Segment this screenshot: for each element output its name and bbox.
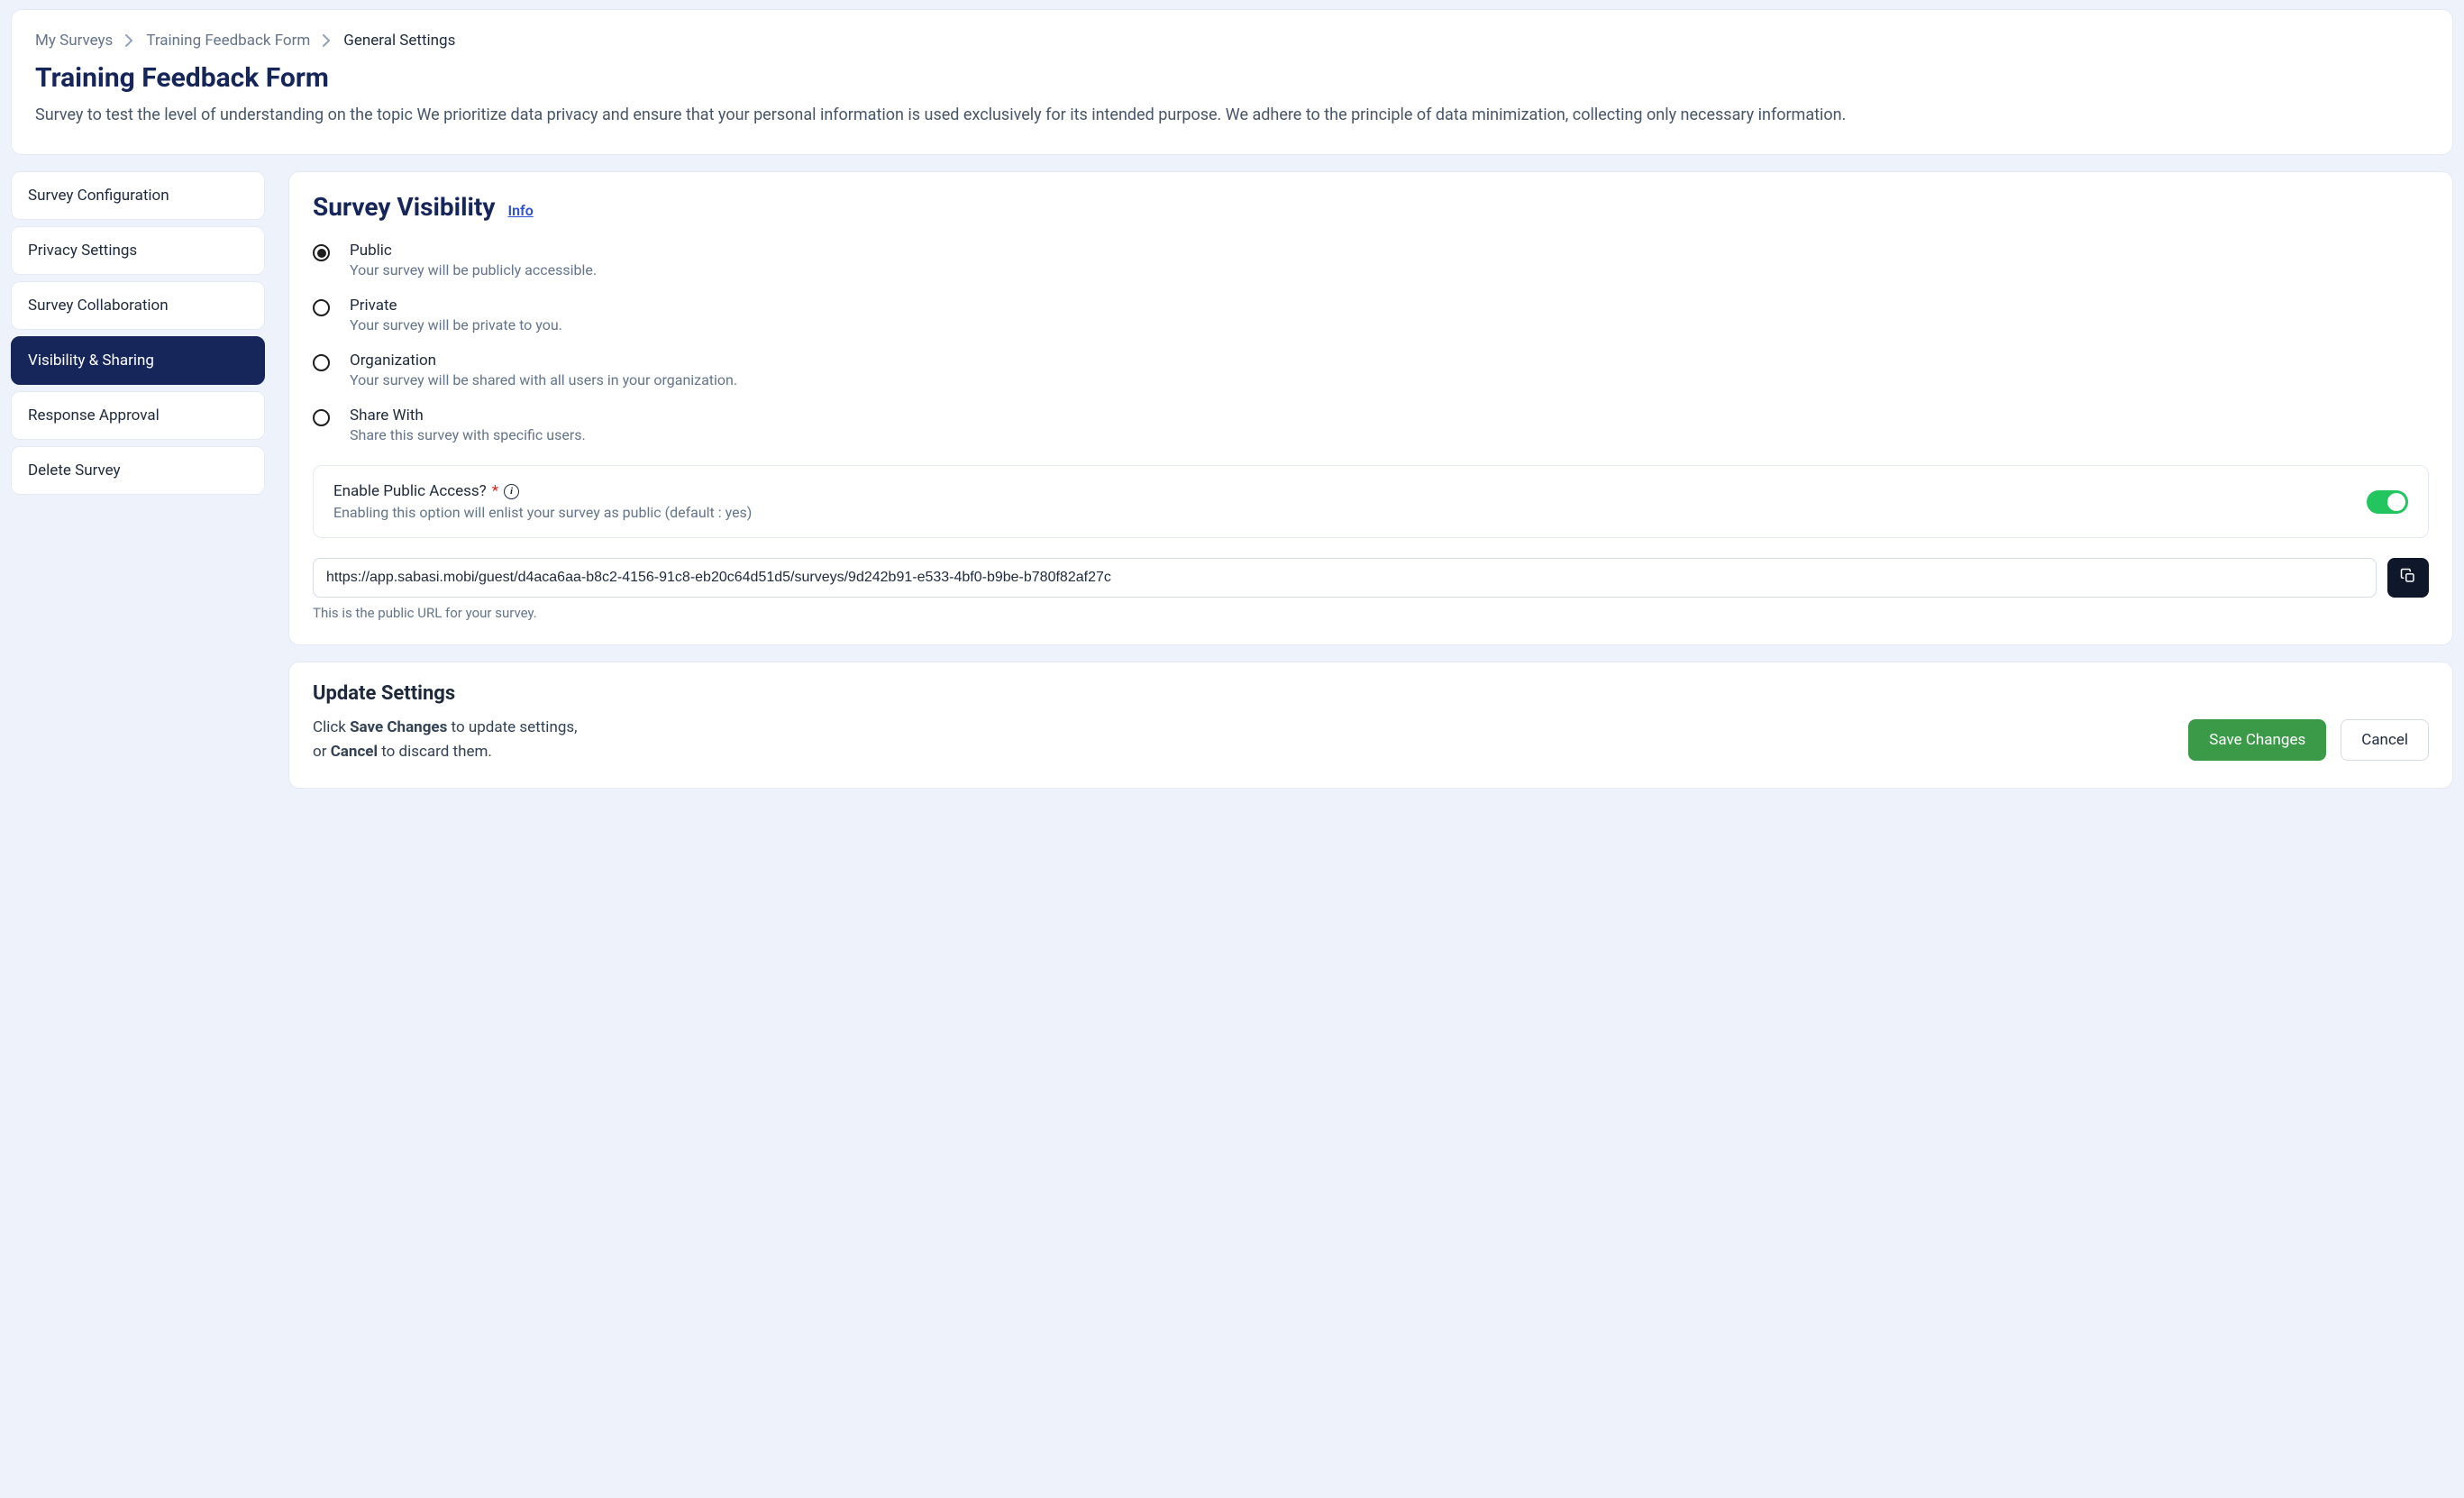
radio-label: Organization (350, 352, 737, 370)
sidebar-item-visibility-sharing[interactable]: Visibility & Sharing (11, 336, 265, 385)
copy-icon (2400, 568, 2416, 588)
update-instructions: Click Save Changes to update settings, o… (313, 716, 578, 764)
toggle-label: Enable Public Access?* i (333, 482, 752, 500)
public-url-input[interactable] (313, 558, 2377, 598)
header-card: My Surveys Training Feedback Form Genera… (11, 9, 2453, 155)
update-title: Update Settings (313, 682, 2429, 705)
radio-desc: Share this survey with specific users. (350, 426, 586, 443)
sidebar-item-privacy-settings[interactable]: Privacy Settings (11, 226, 265, 275)
breadcrumb-link-0[interactable]: My Surveys (35, 32, 113, 50)
panel-title: Survey Visibility (313, 192, 495, 222)
radio-option-organization[interactable]: Organization Your survey will be shared … (313, 352, 2429, 388)
breadcrumb-link-1[interactable]: Training Feedback Form (146, 32, 310, 50)
required-mark: * (492, 482, 498, 500)
copy-url-button[interactable] (2387, 558, 2429, 598)
sidebar-item-response-approval[interactable]: Response Approval (11, 391, 265, 440)
breadcrumb: My Surveys Training Feedback Form Genera… (35, 32, 2429, 50)
radio-label: Share With (350, 406, 586, 425)
sidebar-item-survey-configuration[interactable]: Survey Configuration (11, 171, 265, 220)
radio-label: Public (350, 242, 597, 260)
radio-desc: Your survey will be private to you. (350, 316, 562, 333)
info-link[interactable]: Info (507, 202, 533, 219)
radio-option-private[interactable]: Private Your survey will be private to y… (313, 297, 2429, 333)
sidebar-item-delete-survey[interactable]: Delete Survey (11, 446, 265, 495)
chevron-right-icon (125, 34, 133, 47)
toggle-desc: Enabling this option will enlist your su… (333, 504, 752, 521)
breadcrumb-current: General Settings (343, 32, 455, 50)
public-access-toggle-box: Enable Public Access?* i Enabling this o… (313, 465, 2429, 538)
radio-desc: Your survey will be publicly accessible. (350, 261, 597, 279)
radio-label: Private (350, 297, 562, 315)
chevron-right-icon (323, 34, 331, 47)
visibility-panel: Survey Visibility Info Public Your surve… (288, 171, 2453, 645)
sidebar: Survey Configuration Privacy Settings Su… (11, 171, 265, 495)
page-title: Training Feedback Form (35, 62, 2429, 94)
visibility-radio-group: Public Your survey will be publicly acce… (313, 242, 2429, 443)
url-hint: This is the public URL for your survey. (313, 605, 2429, 621)
radio-icon (313, 409, 330, 426)
sidebar-item-survey-collaboration[interactable]: Survey Collaboration (11, 281, 265, 330)
radio-desc: Your survey will be shared with all user… (350, 371, 737, 388)
radio-option-share-with[interactable]: Share With Share this survey with specif… (313, 406, 2429, 443)
cancel-button[interactable]: Cancel (2341, 719, 2429, 761)
info-icon[interactable]: i (504, 484, 519, 499)
page-description: Survey to test the level of understandin… (35, 103, 2429, 127)
update-settings-panel: Update Settings Click Save Changes to up… (288, 662, 2453, 789)
radio-option-public[interactable]: Public Your survey will be publicly acce… (313, 242, 2429, 279)
radio-icon (313, 354, 330, 371)
radio-icon (313, 244, 330, 261)
save-changes-button[interactable]: Save Changes (2188, 719, 2326, 761)
public-access-toggle[interactable] (2367, 490, 2408, 514)
radio-icon (313, 299, 330, 316)
